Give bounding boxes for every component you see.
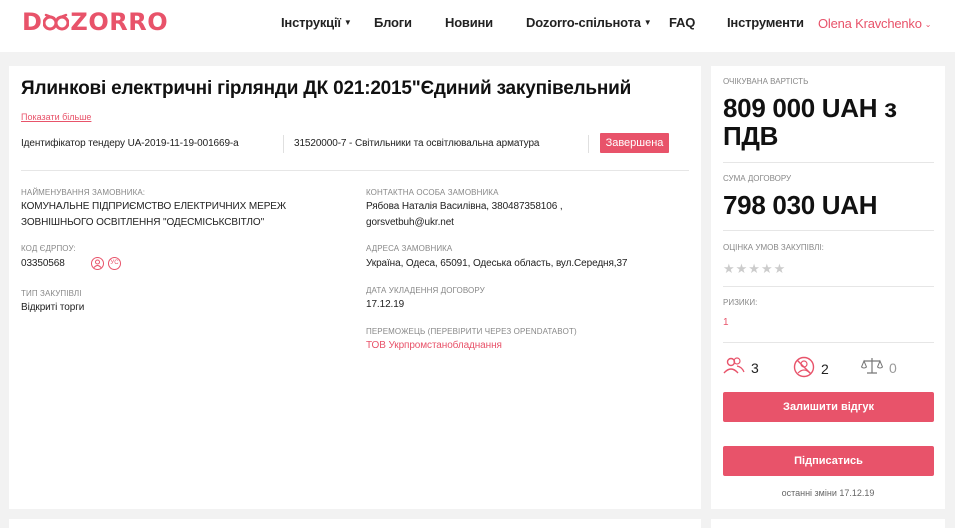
nav-news[interactable]: Новини — [445, 15, 493, 30]
rating-stars[interactable]: ★★★★★ — [723, 261, 786, 277]
divider — [723, 230, 934, 231]
divider — [723, 342, 934, 343]
address-value: Україна, Одеса, 65091, Одеська область, … — [366, 258, 628, 269]
top-header: D ZORRO Інструкції ▼ Блоги Новини Dozorro… — [0, 0, 955, 52]
expected-value-line1: 809 000 UAH з — [723, 93, 897, 123]
disqualified-stat: 2 — [793, 356, 829, 381]
edrpou-label: Код ЄДРПОУ: — [21, 244, 76, 253]
summary-panel: Очікувана вартість 809 000 UAH з ПДВ Сум… — [711, 66, 945, 509]
scales-icon — [860, 356, 884, 379]
chevron-down-icon: ⌄ — [924, 20, 932, 29]
us-badge-icon[interactable]: УС — [108, 257, 121, 270]
complaints-stat: 0 — [860, 356, 897, 379]
procurement-type-value: Відкриті торги — [21, 302, 85, 313]
user-menu[interactable]: Olena Kravchenko ⌄ — [818, 16, 931, 31]
tender-id: Ідентифікатор тендеру UA-2019-11-19-0016… — [21, 138, 239, 149]
next-card — [9, 519, 701, 528]
procurement-type-label: Тип закупівлі — [21, 289, 82, 298]
divider — [723, 286, 934, 287]
edrpou-value: 03350568 — [21, 258, 65, 269]
contract-sum-value: 798 030 UAH — [723, 190, 878, 220]
expected-value-line2: ПДВ — [723, 121, 779, 151]
divider — [723, 162, 934, 163]
leave-review-button[interactable]: Залишити відгук — [723, 392, 934, 422]
status-badge: Завершена — [600, 133, 669, 153]
nav-blogs[interactable]: Блоги — [374, 15, 412, 30]
tender-cpv: 31520000-7 - Світильники та освітлювальн… — [294, 138, 540, 149]
divider — [21, 170, 689, 171]
nav-faq[interactable]: FAQ — [669, 15, 695, 30]
winner-link[interactable]: ТОВ Укрпромстанобладнання — [366, 338, 502, 353]
main-nav: Інструкції ▼ Блоги Новини Dozorro-спільно… — [0, 15, 955, 33]
contact-line1: Рябова Наталія Василівна, 380487358106 , — [366, 201, 563, 212]
participants-stat: 3 — [723, 356, 759, 379]
next-card-side — [711, 519, 945, 528]
tender-card: Ялинкові електричні гірлянди ДК 021:2015… — [9, 66, 701, 509]
expected-value-label: Очікувана вартість — [723, 77, 809, 86]
winner-label: Переможець (перевірити через opendatabot… — [366, 327, 577, 336]
last-changed: останні зміни 17.12.19 — [781, 488, 875, 498]
customer-name-line1: КОМУНАЛЬНЕ ПІДПРИЄМСТВО ЕЛЕКТРИЧНИХ МЕРЕ… — [21, 201, 286, 212]
divider — [283, 135, 284, 153]
subscribe-button[interactable]: Підписатись — [723, 446, 934, 476]
risks-label: Ризики: — [723, 298, 758, 307]
chevron-down-icon: ▼ — [343, 18, 352, 27]
address-label: Адреса замовника — [366, 244, 453, 253]
contract-sum-label: Сума договору — [723, 174, 792, 183]
customer-name-line2: ЗОВНІШНЬОГО ОСВІТЛЕННЯ "ОДЕСМІСЬКСВІТЛО" — [21, 217, 265, 228]
nav-instructions[interactable]: Інструкції ▼ — [281, 15, 352, 30]
show-more-link[interactable]: Показати більше — [21, 112, 91, 122]
customer-label: Найменування замовника: — [21, 188, 146, 197]
contract-date-value: 17.12.19 — [366, 299, 405, 310]
contact-email: gorsvetbuh@ukr.net — [366, 217, 454, 228]
tender-title: Ялинкові електричні гірлянди ДК 021:2015… — [21, 78, 632, 99]
contract-date-label: Дата укладення договору — [366, 286, 485, 295]
contact-label: Контактна особа замовника — [366, 188, 499, 197]
users-icon — [723, 356, 745, 379]
rating-label: Оцінка умов закупівлі: — [723, 243, 824, 252]
chevron-down-icon: ▼ — [643, 18, 652, 27]
nav-tools[interactable]: Інструменти — [727, 15, 804, 30]
nav-community[interactable]: Dozorro-спільнота ▼ — [526, 15, 652, 30]
divider — [588, 135, 589, 153]
person-icon[interactable] — [91, 257, 104, 270]
risks-value[interactable]: 1 — [723, 317, 729, 328]
no-user-icon — [793, 356, 815, 381]
